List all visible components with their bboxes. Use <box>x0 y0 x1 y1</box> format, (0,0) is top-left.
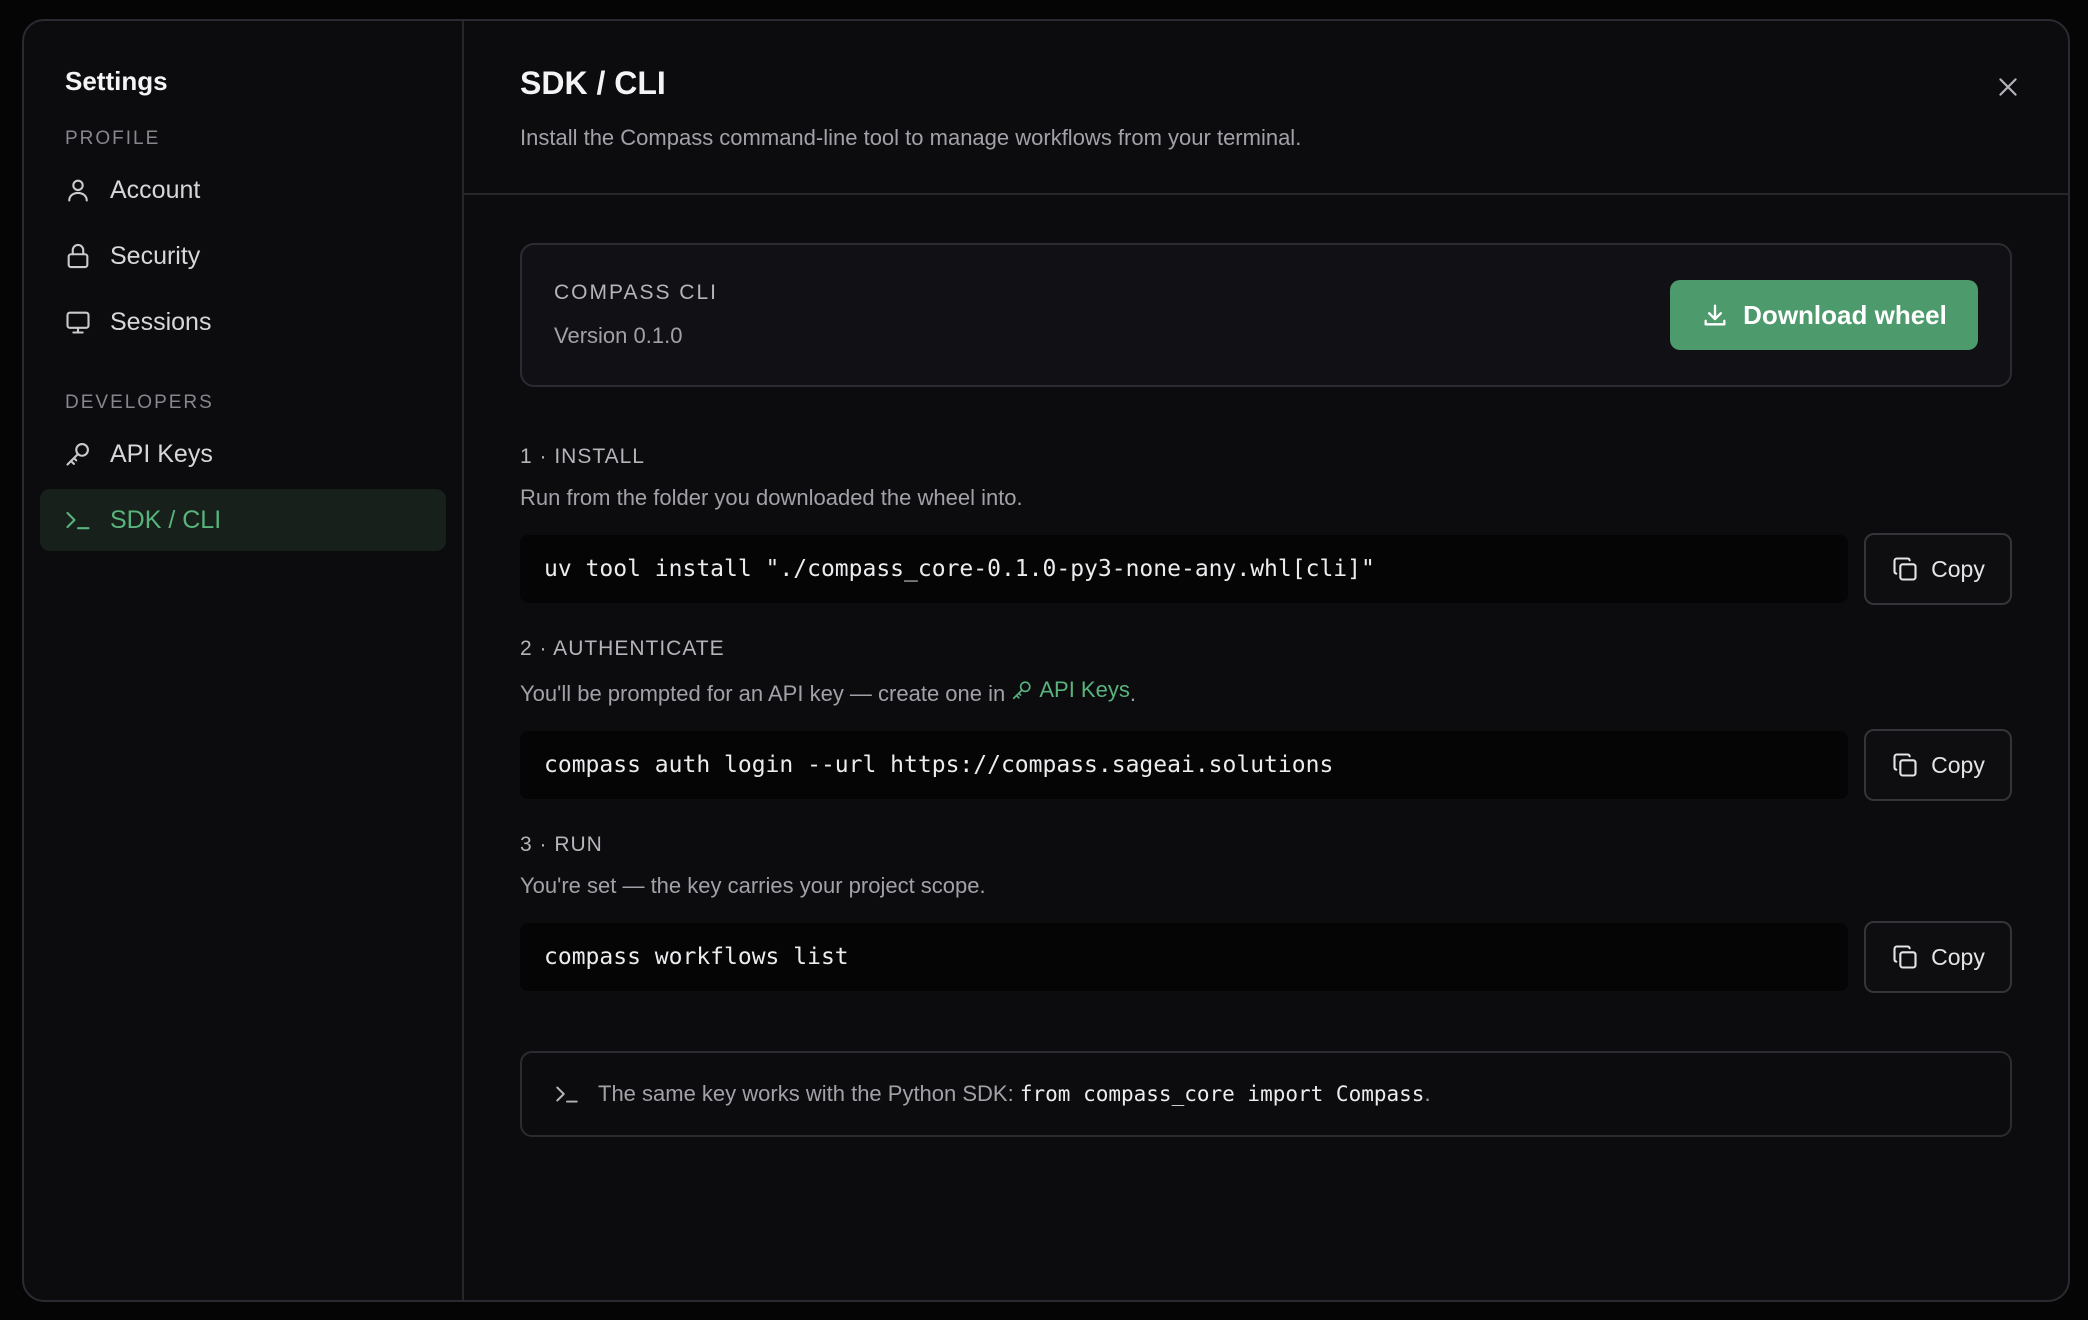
section-label-developers: DEVELOPERS <box>65 392 214 413</box>
page-title: SDK / CLI <box>520 65 666 101</box>
section-label-profile: PROFILE <box>65 128 161 149</box>
sdk-note-suffix: . <box>1424 1081 1431 1106</box>
terminal-icon <box>64 506 92 534</box>
copy-label: Copy <box>1931 751 1985 778</box>
sidebar-item-sessions[interactable]: Sessions <box>40 291 446 353</box>
key-icon <box>1013 681 1031 700</box>
close-icon <box>1999 78 2017 96</box>
step-description: You're set — the key carries your projec… <box>520 873 986 898</box>
monitor-icon <box>64 308 92 336</box>
step-label: 3 · RUN <box>520 833 603 856</box>
settings-dialog: Settings PROFILE Account Security Sessio… <box>22 19 2070 1302</box>
api-keys-link-label: API Keys <box>1039 677 1130 702</box>
user-icon <box>64 176 92 204</box>
key-icon <box>64 440 92 468</box>
sidebar-title: Settings <box>65 66 168 96</box>
sidebar-item-account[interactable]: Account <box>40 159 446 221</box>
sdk-note-text: The same key works with the Python SDK: <box>598 1081 1014 1106</box>
copy-icon <box>1893 557 1917 581</box>
panel-content: COMPASS CLI Version 0.1.0 Download wheel… <box>464 195 2068 1137</box>
copy-button[interactable]: Copy <box>1864 533 2012 605</box>
copy-icon <box>1893 945 1917 969</box>
sidebar-item-label: Account <box>110 175 201 204</box>
cli-name: COMPASS CLI <box>554 281 718 304</box>
terminal-icon <box>554 1081 580 1107</box>
sidebar-item-sdk-cli[interactable]: SDK / CLI <box>40 489 446 551</box>
download-wheel-button[interactable]: Download wheel <box>1670 280 1978 350</box>
main-panel: SDK / CLI Install the Compass command-li… <box>464 21 2068 1300</box>
copy-button[interactable]: Copy <box>1864 921 2012 993</box>
step-description: Run from the folder you downloaded the w… <box>520 485 1023 510</box>
sidebar-item-label: Security <box>110 241 201 270</box>
step-label: 1 · INSTALL <box>520 445 645 468</box>
cli-version: Version 0.1.0 <box>554 323 683 348</box>
download-icon <box>1704 304 1726 326</box>
sdk-note: The same key works with the Python SDK: … <box>520 1051 2012 1137</box>
download-wheel-label: Download wheel <box>1743 299 1947 330</box>
sidebar-item-label: SDK / CLI <box>110 505 222 534</box>
copy-button[interactable]: Copy <box>1864 729 2012 801</box>
sidebar-item-api-keys[interactable]: API Keys <box>40 423 446 485</box>
api-keys-link[interactable]: API Keys <box>1011 675 1130 705</box>
settings-sidebar: Settings PROFILE Account Security Sessio… <box>24 21 464 1300</box>
step-label: 2 · AUTHENTICATE <box>520 637 725 660</box>
code-block[interactable]: compass workflows list <box>520 923 1848 991</box>
page-subtitle: Install the Compass command-line tool to… <box>520 125 1302 150</box>
copy-label: Copy <box>1931 555 1985 582</box>
step-description: You'll be prompted for an API key — crea… <box>520 675 2012 709</box>
cli-card: COMPASS CLI Version 0.1.0 Download wheel <box>520 243 2012 387</box>
step-description-suffix: . <box>1129 681 1136 706</box>
copy-label: Copy <box>1931 943 1985 970</box>
sidebar-item-security[interactable]: Security <box>40 225 446 287</box>
close-button[interactable] <box>1988 67 2028 107</box>
code-block[interactable]: uv tool install "./compass_core-0.1.0-py… <box>520 535 1848 603</box>
sidebar-item-label: API Keys <box>110 439 213 468</box>
step-authenticate: 2 · AUTHENTICATE You'll be prompted for … <box>520 635 2012 801</box>
panel-header: SDK / CLI Install the Compass command-li… <box>464 21 2068 195</box>
step-description-text: You'll be prompted for an API key — crea… <box>520 681 1012 706</box>
copy-icon <box>1893 753 1917 777</box>
step-install: 1 · INSTALL Run from the folder you down… <box>520 443 2012 605</box>
lock-icon <box>64 242 92 270</box>
code-block[interactable]: compass auth login --url https://compass… <box>520 731 1848 799</box>
sidebar-item-label: Sessions <box>110 307 212 336</box>
sdk-note-code: from compass_core import Compass <box>1019 1082 1425 1106</box>
step-run: 3 · RUN You're set — the key carries you… <box>520 831 2012 993</box>
